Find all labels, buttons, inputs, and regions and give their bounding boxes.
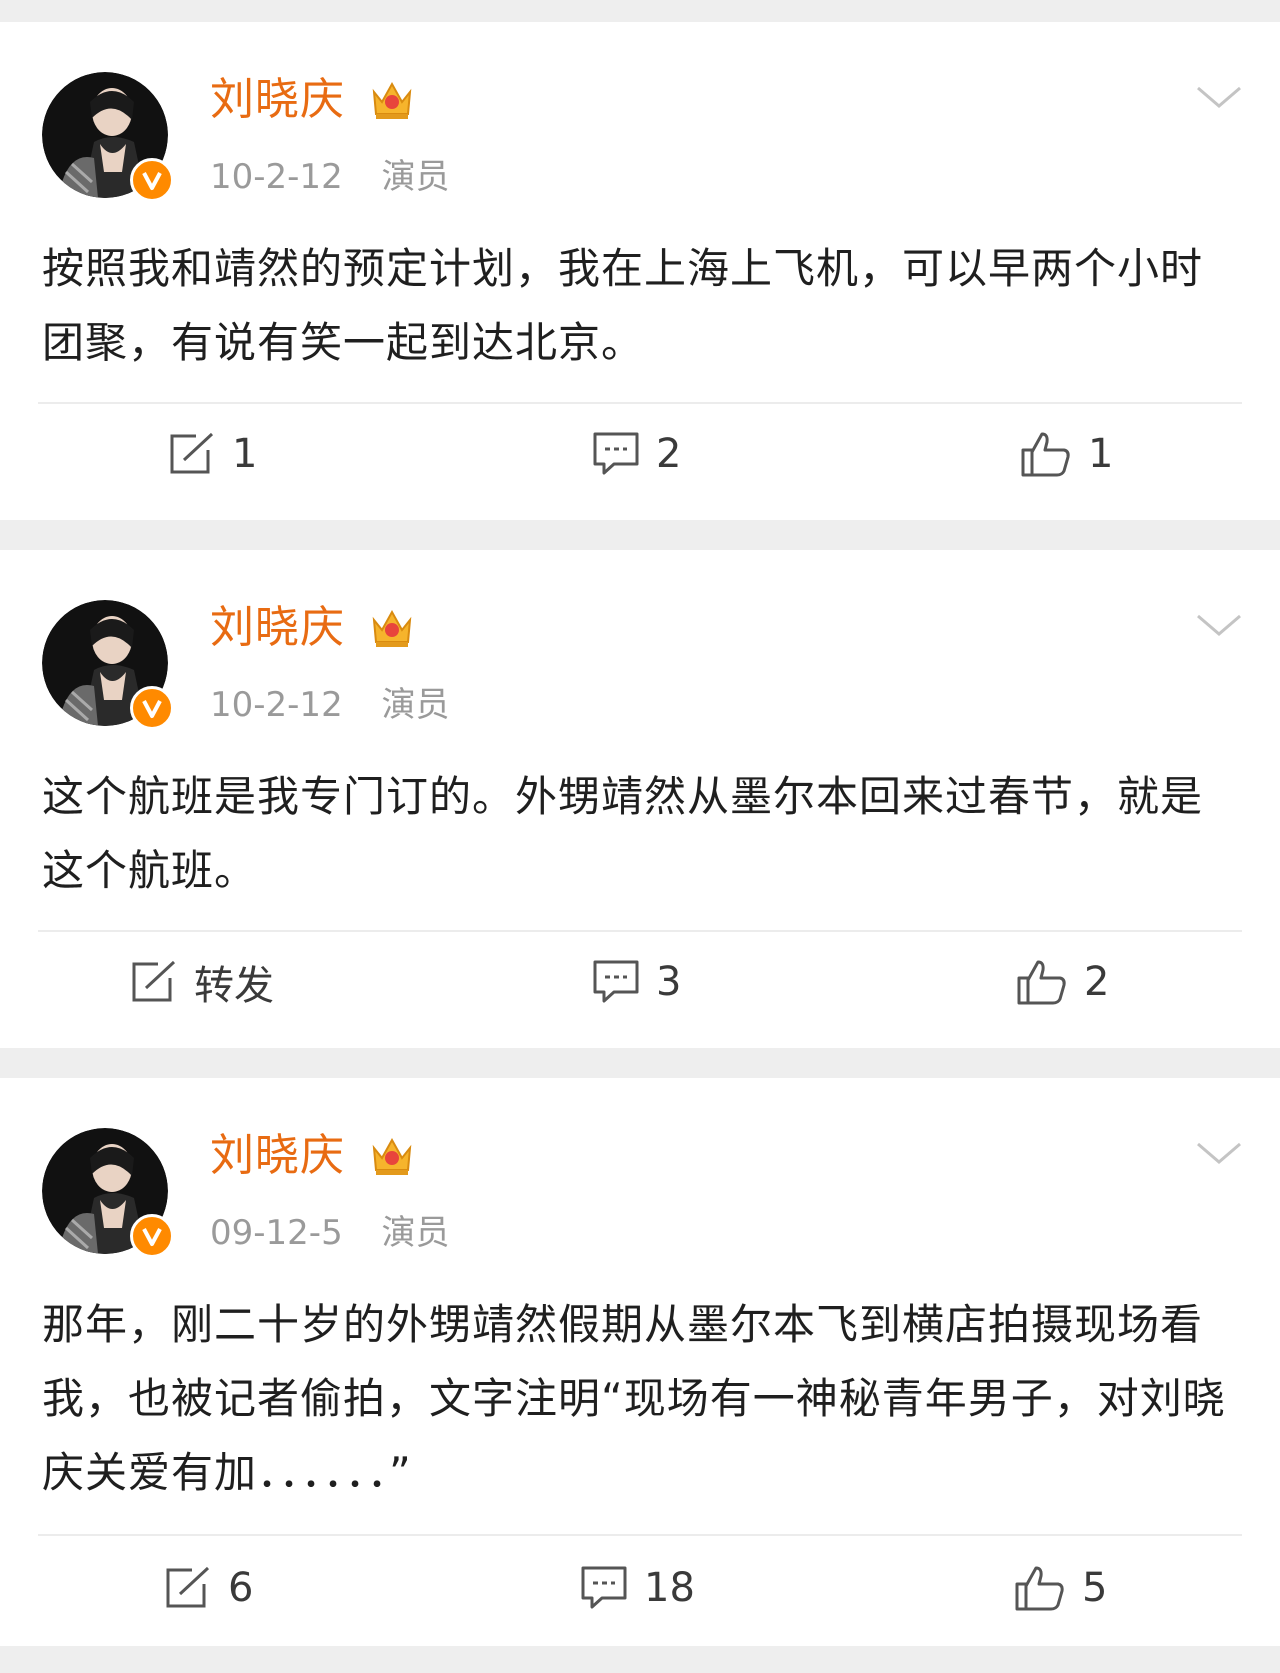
chevron-down-icon[interactable] xyxy=(1194,1138,1244,1168)
post-meta: 09-12-5 演员 xyxy=(210,1216,450,1250)
repost-icon xyxy=(166,1566,210,1608)
comment-icon xyxy=(593,960,639,1003)
username[interactable]: 刘晓庆 xyxy=(210,1134,345,1178)
comment-count: 18 xyxy=(644,1565,695,1611)
divider xyxy=(38,930,1242,932)
repost-icon xyxy=(170,432,214,474)
like-count: 5 xyxy=(1082,1565,1108,1611)
post-date[interactable]: 10-2-12 xyxy=(210,685,343,725)
repost-icon xyxy=(132,960,176,1002)
verified-v-icon xyxy=(130,1214,174,1258)
action-bar: 1 2 1 xyxy=(0,414,1280,494)
user-tag: 演员 xyxy=(381,157,450,197)
thumbs-up-icon xyxy=(1021,432,1070,477)
divider xyxy=(38,402,1242,404)
comment-button[interactable]: 2 xyxy=(592,414,681,494)
post-date[interactable]: 10-2-12 xyxy=(210,157,343,197)
post-meta: 10-2-12 演员 xyxy=(210,160,450,194)
chevron-down-icon[interactable] xyxy=(1194,82,1244,112)
crown-vip-icon[interactable] xyxy=(368,76,416,124)
comment-button[interactable]: 3 xyxy=(592,942,681,1022)
chevron-down-icon[interactable] xyxy=(1194,610,1244,640)
like-button[interactable]: 1 xyxy=(1020,414,1113,494)
comment-icon xyxy=(581,1566,627,1609)
post-text: 那年，刚二十岁的外甥靖然假期从墨尔本飞到横店拍摄现场看我，也被记者偷拍，文字注明… xyxy=(42,1300,1226,1497)
repost-button[interactable]: 6 xyxy=(164,1548,253,1628)
comment-icon xyxy=(593,432,639,475)
user-tag: 演员 xyxy=(381,1213,450,1253)
crown-vip-icon[interactable] xyxy=(368,1132,416,1180)
avatar[interactable] xyxy=(42,1128,174,1258)
post-card: 刘晓庆 10-2-12 演员 这个航班是我专门订的。外甥靖然从墨尔本回来过春节，… xyxy=(0,550,1280,1048)
repost-button[interactable]: 转发 xyxy=(130,942,274,1022)
verified-v-icon xyxy=(130,686,174,730)
post-text: 按照我和靖然的预定计划，我在上海上飞机，可以早两个小时团聚，有说有笑一起到达北京… xyxy=(42,244,1204,367)
action-bar: 转发 3 2 xyxy=(0,942,1280,1022)
verified-v-icon xyxy=(130,158,174,202)
post-date[interactable]: 09-12-5 xyxy=(210,1213,343,1253)
repost-count: 6 xyxy=(228,1565,254,1611)
comment-button[interactable]: 18 xyxy=(580,1548,695,1628)
post-text: 这个航班是我专门订的。外甥靖然从墨尔本回来过春节，就是这个航班。 xyxy=(42,772,1204,895)
like-count: 1 xyxy=(1088,431,1114,477)
like-button[interactable]: 5 xyxy=(1014,1548,1107,1628)
post-card: 刘晓庆 09-12-5 演员 那年，刚二十岁的外甥靖然假期从墨尔本飞到横店拍摄现… xyxy=(0,1078,1280,1646)
divider xyxy=(38,1534,1242,1536)
avatar[interactable] xyxy=(42,600,174,730)
comment-count: 2 xyxy=(656,431,682,477)
comment-count: 3 xyxy=(656,959,682,1005)
like-count: 2 xyxy=(1084,959,1110,1005)
user-tag: 演员 xyxy=(381,685,450,725)
like-button[interactable]: 2 xyxy=(1016,942,1109,1022)
crown-vip-icon[interactable] xyxy=(368,604,416,652)
repost-count: 1 xyxy=(232,431,258,477)
action-bar: 6 18 5 xyxy=(0,1548,1280,1628)
avatar[interactable] xyxy=(42,72,174,202)
post-card: 刘晓庆 10-2-12 演员 按照我和靖然的预定计划，我在上海上飞机，可以早两个… xyxy=(0,22,1280,520)
thumbs-up-icon xyxy=(1017,960,1066,1005)
repost-button[interactable]: 1 xyxy=(168,414,257,494)
thumbs-up-icon xyxy=(1015,1566,1064,1611)
username[interactable]: 刘晓庆 xyxy=(210,606,345,650)
username[interactable]: 刘晓庆 xyxy=(210,78,345,122)
post-meta: 10-2-12 演员 xyxy=(210,688,450,722)
weibo-feed: 刘晓庆 10-2-12 演员 按照我和靖然的预定计划，我在上海上飞机，可以早两个… xyxy=(0,0,1280,1673)
repost-label: 转发 xyxy=(194,963,274,1009)
